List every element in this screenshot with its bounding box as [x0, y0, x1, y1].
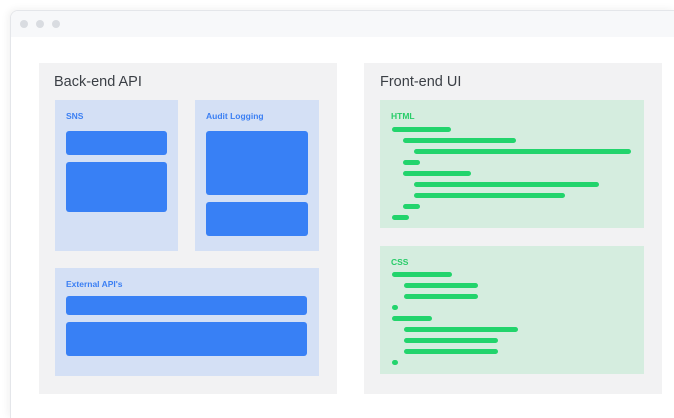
- css-code-line: [404, 294, 478, 299]
- html-code-line: [403, 204, 420, 209]
- external-block-2: [66, 322, 307, 356]
- sns-label: SNS: [66, 111, 84, 121]
- sns-block-1: [66, 131, 167, 155]
- external-block-1: [66, 296, 307, 315]
- css-code-line: [392, 360, 398, 365]
- css-code-line: [392, 316, 432, 321]
- external-apis-label: External API's: [66, 279, 123, 289]
- css-code-line: [404, 338, 498, 343]
- html-code-line: [414, 149, 631, 154]
- backend-panel: Back-end API SNS Audit Logging External …: [39, 63, 337, 394]
- css-code-line: [392, 272, 452, 277]
- css-code-line: [404, 349, 498, 354]
- window-minimize-dot[interactable]: [36, 20, 44, 28]
- html-code-line: [414, 193, 565, 198]
- html-label: HTML: [391, 111, 415, 121]
- html-code-line: [403, 138, 516, 143]
- css-label: CSS: [391, 257, 409, 267]
- html-code-line: [392, 127, 451, 132]
- frontend-panel: Front-end UI HTML CSS: [364, 63, 662, 394]
- audit-logging-label: Audit Logging: [206, 111, 264, 121]
- frontend-title: Front-end UI: [380, 74, 462, 90]
- audit-block-1: [206, 131, 308, 195]
- audit-logging-box: Audit Logging: [195, 100, 319, 251]
- css-code-line: [404, 283, 478, 288]
- css-code-line: [404, 327, 518, 332]
- browser-window: Back-end API SNS Audit Logging External …: [10, 10, 674, 418]
- window-titlebar: [11, 11, 674, 37]
- sns-box: SNS: [55, 100, 178, 251]
- audit-block-2: [206, 202, 308, 236]
- html-code-line: [392, 215, 409, 220]
- html-box: HTML: [380, 100, 644, 228]
- sns-block-2: [66, 162, 167, 212]
- html-code-line: [403, 171, 471, 176]
- backend-title: Back-end API: [54, 74, 142, 90]
- css-code-line: [392, 305, 398, 310]
- window-close-dot[interactable]: [20, 20, 28, 28]
- css-box: CSS: [380, 246, 644, 374]
- html-code-line: [403, 160, 420, 165]
- external-apis-box: External API's: [55, 268, 319, 376]
- html-code-line: [414, 182, 599, 187]
- window-maximize-dot[interactable]: [52, 20, 60, 28]
